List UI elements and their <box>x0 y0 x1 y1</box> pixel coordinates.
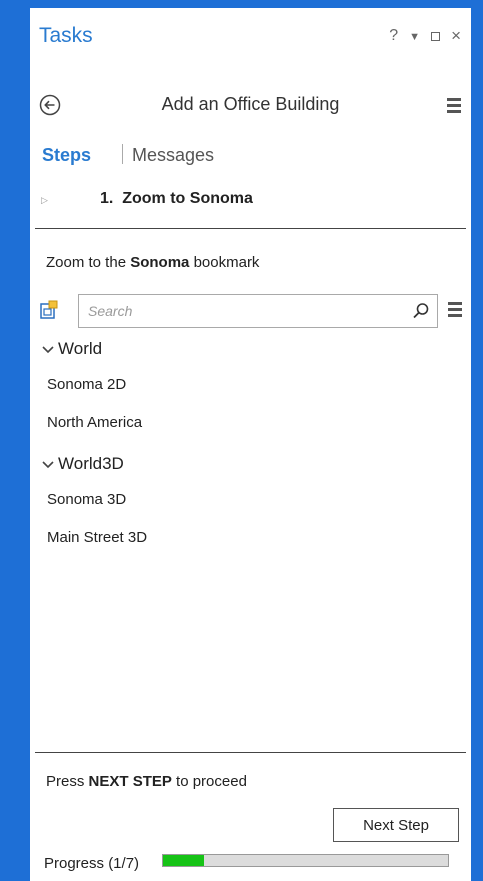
window-controls: ? ▼ × <box>389 26 461 46</box>
tab-steps[interactable]: Steps <box>42 145 91 166</box>
chevron-down-icon[interactable] <box>41 345 55 355</box>
search-icon[interactable] <box>412 302 430 320</box>
divider <box>35 752 466 753</box>
bookmark-north-america[interactable]: North America <box>47 414 142 431</box>
bookmark-sonoma-2d[interactable]: Sonoma 2D <box>47 376 126 393</box>
task-title: Add an Office Building <box>161 94 340 114</box>
tasks-pane: Tasks ? ▼ × Add an Office Building Steps… <box>30 8 471 881</box>
search-field[interactable] <box>78 294 438 328</box>
step-instruction: Zoom to the Sonoma bookmark <box>46 254 260 271</box>
next-step-hint: Press NEXT STEP to proceed <box>46 773 247 790</box>
group-world[interactable]: World <box>41 339 102 359</box>
tab-divider <box>122 144 123 164</box>
close-icon[interactable]: × <box>451 26 461 46</box>
step-expand-icon[interactable]: ▷ <box>41 195 48 206</box>
search-input[interactable] <box>79 295 408 327</box>
bookmarks-menu-icon[interactable] <box>448 302 462 320</box>
bookmark-main-street-3d[interactable]: Main Street 3D <box>47 529 147 546</box>
tab-messages[interactable]: Messages <box>132 145 214 166</box>
progress-bar <box>162 854 449 867</box>
group-world3d[interactable]: World3D <box>41 454 124 474</box>
help-icon[interactable]: ? <box>389 27 398 45</box>
maximize-icon[interactable] <box>431 31 441 41</box>
menu-icon[interactable] <box>447 98 461 116</box>
pane-title: Tasks <box>39 24 93 47</box>
dropdown-icon[interactable]: ▼ <box>409 31 420 43</box>
bookmark-sonoma-3d[interactable]: Sonoma 3D <box>47 491 126 508</box>
next-step-button[interactable]: Next Step <box>333 808 459 842</box>
divider <box>35 228 466 229</box>
chevron-down-icon[interactable] <box>41 460 55 470</box>
step-title: 1. Zoom to Sonoma <box>100 190 253 207</box>
progress-fill <box>163 855 204 866</box>
bookmark-icon[interactable] <box>40 300 60 320</box>
progress-label: Progress (1/7) <box>44 855 140 872</box>
